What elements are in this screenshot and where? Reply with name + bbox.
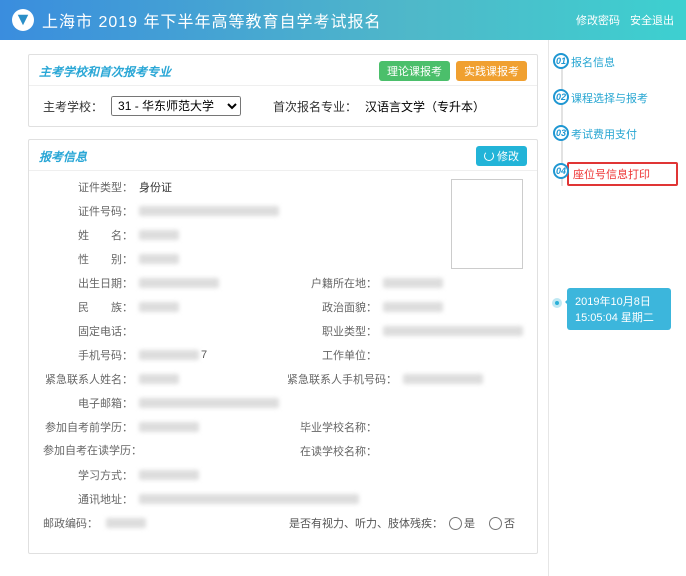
in-school-label: 在读学校名称： <box>283 443 383 459</box>
logout-link[interactable]: 安全退出 <box>630 12 674 28</box>
zip-value <box>106 518 146 528</box>
first-major-label: 首次报名专业： <box>273 98 357 115</box>
disability-yes-option[interactable]: 是 <box>449 515 475 531</box>
refresh-icon <box>484 151 494 161</box>
change-password-link[interactable]: 修改密码 <box>576 12 620 28</box>
disability-question: 是否有视力、听力、肢体残疾： <box>289 515 443 531</box>
work-unit-label: 工作单位： <box>283 347 383 363</box>
email-label: 电子邮箱： <box>43 395 139 411</box>
id-type-value: 身份证 <box>139 179 199 195</box>
mobile-label: 手机号码： <box>43 347 139 363</box>
zip-label: 邮政编码： <box>43 515 100 531</box>
gender-value <box>139 254 179 264</box>
tel-label: 固定电话： <box>43 323 139 339</box>
nation-label: 民 族： <box>43 299 139 315</box>
first-major-value: 汉语言文学（专升本） <box>365 98 485 115</box>
gender-label: 性 别： <box>43 251 139 267</box>
page-title: 上海市 2019 年下半年高等教育自学考试报名 <box>42 8 382 32</box>
step-payment[interactable]: 03考试费用支付 <box>571 126 678 142</box>
study-mode-value <box>139 470 199 480</box>
birth-label: 出生日期： <box>43 275 139 291</box>
emc-mobile-value <box>403 374 483 384</box>
nation-value <box>139 302 179 312</box>
photo-placeholder <box>451 179 523 269</box>
theory-course-button[interactable]: 理论课报考 <box>379 61 450 81</box>
politics-label: 政治面貌： <box>283 299 383 315</box>
modify-button[interactable]: 修改 <box>476 146 527 166</box>
step-sidebar: 01报名信息 02课程选择与报考 03考试费用支付 04座位号信息打印 2019… <box>548 40 686 576</box>
school-label: 主考学校： <box>43 98 103 115</box>
in-edu-label: 参加自考在读学历： <box>43 445 139 457</box>
step-registration-info[interactable]: 01报名信息 <box>571 54 678 70</box>
logo-icon <box>12 9 34 31</box>
id-no-label: 证件号码： <box>43 203 139 219</box>
id-type-label: 证件类型： <box>43 179 139 195</box>
disability-no-option[interactable]: 否 <box>489 515 515 531</box>
job-type-label: 职业类型： <box>283 323 383 339</box>
page-header: 上海市 2019 年下半年高等教育自学考试报名 修改密码 安全退出 <box>0 0 686 40</box>
study-mode-label: 学习方式： <box>43 467 139 483</box>
pre-edu-label: 参加自考前学历： <box>43 419 139 435</box>
addr-label: 通讯地址： <box>43 491 139 507</box>
addr-value <box>139 494 359 504</box>
hukou-value <box>383 278 443 288</box>
registration-info-card: 报考信息 修改 证件类型：身份证 证件号码： 姓 名： 性 别： 出生日期： 户… <box>28 139 538 554</box>
job-type-value <box>383 326 523 336</box>
grad-school-label: 毕业学校名称： <box>283 419 383 435</box>
politics-value <box>383 302 443 312</box>
emc-name-label: 紧急联系人姓名： <box>43 371 139 387</box>
emc-mobile-label: 紧急联系人手机号码： <box>283 371 403 387</box>
emc-name-value <box>139 374 179 384</box>
section-title: 主考学校和首次报考专业 <box>39 63 171 80</box>
timestamp-bubble: 2019年10月8日 15:05:04 星期二 <box>567 288 671 330</box>
id-no-value <box>139 206 279 216</box>
name-value <box>139 230 179 240</box>
section-title: 报考信息 <box>39 148 87 165</box>
hukou-label: 户籍所在地： <box>283 275 383 291</box>
name-label: 姓 名： <box>43 227 139 243</box>
step-course-select[interactable]: 02课程选择与报考 <box>571 90 678 106</box>
practice-course-button[interactable]: 实践课报考 <box>456 61 527 81</box>
step-seat-print[interactable]: 04座位号信息打印 <box>567 162 678 186</box>
birth-value <box>139 278 219 288</box>
school-select[interactable]: 31 - 华东师范大学 <box>111 96 241 116</box>
mobile-value <box>139 350 199 360</box>
school-major-card: 主考学校和首次报考专业 理论课报考 实践课报考 主考学校： 31 - 华东师范大… <box>28 54 538 127</box>
pre-edu-value <box>139 422 199 432</box>
email-value <box>139 398 279 408</box>
